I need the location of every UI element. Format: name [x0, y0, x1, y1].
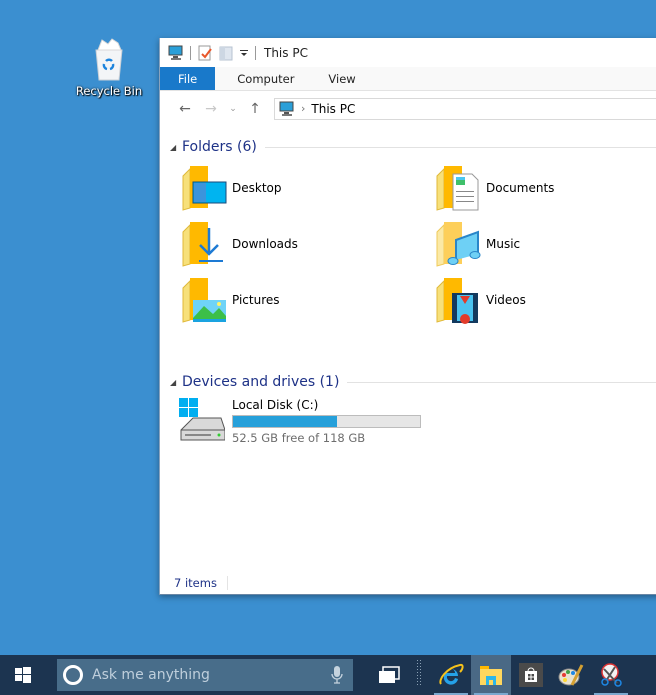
computer-icon — [279, 101, 294, 116]
title-bar: This PC — [160, 38, 656, 67]
status-bar: 7 items — [160, 572, 228, 594]
group-title: Folders (6) — [182, 139, 257, 155]
folder-item-downloads[interactable]: Downloads — [180, 220, 298, 268]
taskbar-gripper[interactable] — [409, 655, 431, 695]
content-pane: ◢ Folders (6) Desktop Documents Download… — [160, 130, 656, 572]
downloads-folder-icon — [182, 222, 223, 267]
tab-file[interactable]: File — [160, 67, 216, 90]
file-explorer-icon — [480, 666, 502, 685]
tab-computer[interactable]: Computer — [215, 67, 311, 90]
customize-dropdown-icon[interactable] — [239, 48, 249, 58]
snipping-tool-icon — [601, 663, 622, 687]
folder-name: Downloads — [232, 237, 298, 251]
paint-icon — [558, 664, 584, 686]
task-view-button[interactable] — [369, 655, 409, 695]
documents-folder-icon — [436, 166, 479, 211]
file-explorer-window: This PC File Computer View ← → ⌄ ↑ › Thi… — [159, 38, 656, 595]
folder-item-documents[interactable]: Documents — [434, 164, 554, 212]
internet-explorer-icon — [439, 663, 464, 685]
back-button[interactable]: ← — [172, 101, 198, 117]
folder-item-videos[interactable]: Videos — [434, 276, 526, 324]
navigation-bar: ← → ⌄ ↑ › This PC — [160, 91, 656, 126]
taskbar-app-internet-explorer[interactable] — [431, 655, 471, 695]
gripper-icon — [417, 660, 421, 685]
folder-name: Documents — [486, 181, 555, 195]
status-divider — [226, 576, 228, 590]
up-button[interactable]: ↑ — [242, 101, 268, 117]
store-icon — [519, 663, 543, 687]
ribbon-tabs: File Computer View — [160, 67, 656, 91]
drive-usage-bar — [232, 415, 421, 428]
properties-icon[interactable] — [197, 45, 213, 61]
taskbar-app-paint[interactable] — [551, 655, 591, 695]
search-box[interactable]: Ask me anything — [57, 659, 353, 691]
address-bar[interactable]: › This PC — [274, 97, 656, 120]
folder-item-desktop[interactable]: Desktop — [180, 164, 282, 212]
folder-name: Pictures — [232, 293, 280, 307]
collapse-icon[interactable]: ◢ — [170, 378, 182, 387]
pictures-folder-icon — [182, 278, 226, 323]
taskbar-app-store[interactable] — [511, 655, 551, 695]
microphone-icon[interactable] — [331, 665, 343, 685]
breadcrumb-this-pc[interactable]: This PC — [311, 102, 355, 116]
videos-folder-icon — [436, 278, 478, 324]
folder-name: Videos — [486, 293, 526, 307]
title-divider — [255, 45, 256, 60]
local-disk-icon — [179, 398, 225, 441]
folder-item-pictures[interactable]: Pictures — [180, 276, 280, 324]
window-title: This PC — [264, 45, 308, 60]
desktop-icon-label: Recycle Bin — [75, 84, 143, 98]
tab-view[interactable]: View — [311, 67, 372, 90]
group-title: Devices and drives (1) — [182, 374, 340, 390]
cortana-icon[interactable] — [63, 665, 83, 685]
folder-name: Music — [486, 237, 521, 251]
group-header-devices[interactable]: ◢ Devices and drives (1) — [170, 372, 656, 392]
group-divider — [264, 146, 656, 148]
task-view-icon — [379, 666, 400, 683]
music-folder-icon — [436, 222, 481, 267]
start-button[interactable] — [0, 655, 45, 695]
recycle-bin-icon — [95, 38, 123, 81]
taskbar-app-snipping-tool[interactable] — [591, 655, 631, 695]
breadcrumb-chevron[interactable]: › — [301, 102, 305, 115]
search-placeholder: Ask me anything — [92, 667, 210, 683]
computer-icon[interactable] — [168, 45, 184, 61]
recent-locations-button[interactable]: ⌄ — [224, 104, 242, 114]
desktop-icon-recycle-bin[interactable]: Recycle Bin — [74, 38, 144, 98]
taskbar-app-file-explorer[interactable] — [471, 655, 511, 695]
folder-item-music[interactable]: Music — [434, 220, 520, 268]
drive-name: Local Disk (C:) — [232, 398, 319, 412]
desktop-folder-icon — [182, 166, 227, 211]
group-header-folders[interactable]: ◢ Folders (6) — [170, 137, 656, 157]
drive-usage-fill — [233, 416, 337, 427]
folder-name: Desktop — [232, 181, 282, 195]
drive-item-c[interactable]: Local Disk (C:) 52.5 GB free of 118 GB — [179, 396, 421, 445]
collapse-icon[interactable]: ◢ — [170, 143, 182, 152]
item-count: 7 items — [174, 576, 217, 590]
taskbar: Ask me anything — [0, 655, 656, 695]
drive-free-space: 52.5 GB free of 118 GB — [232, 431, 366, 445]
forward-button[interactable]: → — [198, 101, 224, 117]
windows-logo-icon — [14, 667, 31, 683]
group-divider — [347, 381, 656, 383]
new-folder-icon[interactable] — [219, 45, 233, 61]
quick-access-divider — [190, 45, 191, 60]
